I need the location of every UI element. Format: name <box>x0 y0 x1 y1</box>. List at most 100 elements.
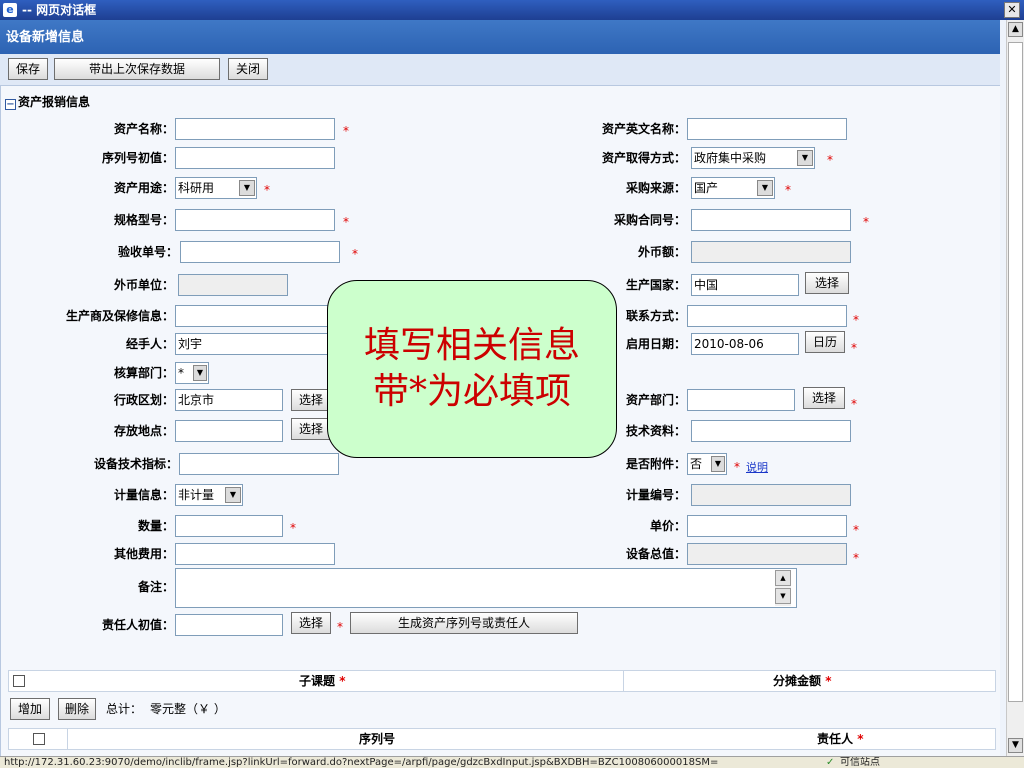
location-select-button[interactable]: 选择 <box>291 418 331 440</box>
total-value: 零元整（￥ ） <box>150 702 226 716</box>
calendar-button[interactable]: 日历 <box>805 331 845 353</box>
chevron-down-icon[interactable]: ▼ <box>797 150 813 166</box>
acquire-method-select[interactable]: 政府集中采购 ▼ <box>691 147 815 169</box>
scroll-up-icon[interactable]: ▲ <box>775 570 791 586</box>
region-input[interactable]: 北京市 <box>175 389 283 411</box>
required-mark: * <box>851 397 857 411</box>
handler-input[interactable]: 刘宇 <box>175 333 335 355</box>
country-select-button[interactable]: 选择 <box>805 272 849 294</box>
required-mark: * <box>853 551 859 565</box>
chevron-down-icon[interactable]: ▼ <box>193 365 207 381</box>
required-mark: * <box>827 153 833 167</box>
owner-init-input[interactable] <box>175 614 283 636</box>
location-input[interactable] <box>175 420 283 442</box>
remark-textarea[interactable] <box>175 568 797 608</box>
purchase-source-select[interactable]: 国产 ▼ <box>691 177 775 199</box>
owner-init-label: 责任人初值： <box>101 618 174 632</box>
asset-name-input[interactable] <box>175 118 335 140</box>
chevron-down-icon[interactable]: ▼ <box>711 456 725 472</box>
currency-unit-input[interactable] <box>178 274 288 296</box>
dept-select-button[interactable]: 选择 <box>803 387 845 409</box>
acquire-method-value: 政府集中采购 <box>694 151 767 165</box>
subtable-toolbar: 增加 删除 总计： 零元整（￥ ） <box>8 696 996 722</box>
required-mark: * <box>343 124 349 138</box>
foreign-amount-input[interactable] <box>691 241 851 263</box>
col-amount-header: 分摊金额 * <box>773 674 832 688</box>
acceptance-no-input[interactable] <box>180 241 340 263</box>
page-title: 设备新增信息 <box>0 20 1000 54</box>
asset-en-name-input[interactable] <box>687 118 847 140</box>
measure-no-label: 计量编号： <box>625 488 686 502</box>
other-fee-label: 其他费用： <box>113 547 174 561</box>
accounting-dept-value: * <box>178 366 184 380</box>
required-mark: * <box>851 341 857 355</box>
chevron-down-icon[interactable]: ▼ <box>225 487 241 503</box>
asset-use-value: 科研用 <box>178 181 215 195</box>
origin-country-input[interactable]: 中国 <box>691 274 799 296</box>
load-last-data-button[interactable]: 带出上次保存数据 <box>54 58 220 80</box>
required-mark: * <box>853 313 859 327</box>
attachment-help-link[interactable]: 说明 <box>746 457 768 479</box>
quantity-input[interactable] <box>175 515 283 537</box>
manufacturer-input[interactable] <box>175 305 335 327</box>
accounting-dept-select[interactable]: * ▼ <box>175 362 209 384</box>
asset-dept-input[interactable] <box>687 389 795 411</box>
chevron-down-icon[interactable]: ▼ <box>757 180 773 196</box>
total-label: 总计： <box>106 702 143 716</box>
status-url: http://172.31.60.23:9070/demo/inclib/fra… <box>4 757 719 768</box>
asset-use-label: 资产用途： <box>113 181 174 195</box>
section-header[interactable]: − 资产报销信息 <box>5 94 90 110</box>
asset-name-label: 资产名称： <box>113 122 174 136</box>
status-bar: http://172.31.60.23:9070/demo/inclib/fra… <box>0 756 1024 768</box>
currency-unit-label: 外币单位： <box>113 278 174 292</box>
remark-label: 备注： <box>137 580 174 594</box>
scroll-down-icon[interactable]: ▼ <box>1008 738 1023 753</box>
delete-row-button[interactable]: 删除 <box>58 698 96 720</box>
measure-no-input[interactable] <box>691 484 851 506</box>
save-button[interactable]: 保存 <box>8 58 48 80</box>
accounting-dept-label: 核算部门： <box>113 366 174 380</box>
tech-docs-input[interactable] <box>691 420 851 442</box>
acquire-method-label: 资产取得方式： <box>601 151 686 165</box>
unit-price-input[interactable] <box>687 515 847 537</box>
handler-label: 经手人： <box>125 337 174 351</box>
select-all-checkbox-2[interactable] <box>33 733 45 745</box>
measure-info-select[interactable]: 非计量 ▼ <box>175 484 243 506</box>
required-mark: * <box>290 521 296 535</box>
total-value-input[interactable] <box>687 543 847 565</box>
other-fee-input[interactable] <box>175 543 335 565</box>
contact-input[interactable] <box>687 305 847 327</box>
measure-info-value: 非计量 <box>178 488 215 502</box>
purchase-contract-label: 采购合同号： <box>613 213 686 227</box>
required-mark: * <box>863 215 869 229</box>
serial-start-input[interactable] <box>175 147 335 169</box>
select-all-checkbox[interactable] <box>13 675 25 687</box>
vertical-scrollbar[interactable]: ▲ ▼ <box>1006 20 1024 756</box>
scroll-down-icon[interactable]: ▼ <box>775 588 791 604</box>
scroll-up-icon[interactable]: ▲ <box>1008 22 1023 37</box>
quantity-label: 数量： <box>137 519 174 533</box>
add-row-button[interactable]: 增加 <box>10 698 50 720</box>
collapse-icon[interactable]: − <box>5 99 16 110</box>
chevron-down-icon[interactable]: ▼ <box>239 180 255 196</box>
tech-spec-input[interactable] <box>179 453 339 475</box>
window-title: -- 网页对话框 <box>22 3 97 17</box>
required-mark: * <box>264 183 270 197</box>
spec-model-input[interactable] <box>175 209 335 231</box>
unit-price-label: 单价： <box>649 519 686 533</box>
has-attachment-select[interactable]: 否 ▼ <box>687 453 727 475</box>
generate-serial-button[interactable]: 生成资产序列号或责任人 <box>350 612 578 634</box>
remark-scrollbar[interactable]: ▲ ▼ <box>775 570 791 606</box>
close-button[interactable]: 关闭 <box>228 58 268 80</box>
region-select-button[interactable]: 选择 <box>291 389 331 411</box>
close-icon[interactable]: ✕ <box>1004 2 1020 18</box>
manufacturer-label: 生产商及保修信息： <box>65 309 174 323</box>
purchase-contract-input[interactable] <box>691 209 851 231</box>
required-mark: * <box>853 523 859 537</box>
owner-select-button[interactable]: 选择 <box>291 612 331 634</box>
asset-use-select[interactable]: 科研用 ▼ <box>175 177 257 199</box>
start-date-input[interactable]: 2010-08-06 <box>691 333 799 355</box>
subtable-header: 子课题 * 分摊金额 * <box>8 670 996 692</box>
scroll-thumb[interactable] <box>1008 42 1023 702</box>
has-attachment-value: 否 <box>690 457 703 471</box>
